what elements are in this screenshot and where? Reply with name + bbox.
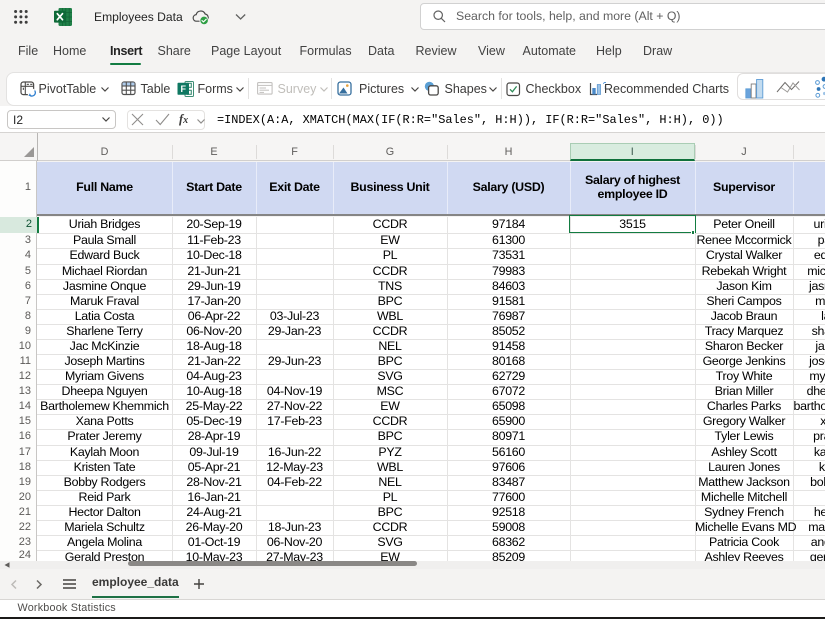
svg-text:F: F [180, 84, 186, 94]
